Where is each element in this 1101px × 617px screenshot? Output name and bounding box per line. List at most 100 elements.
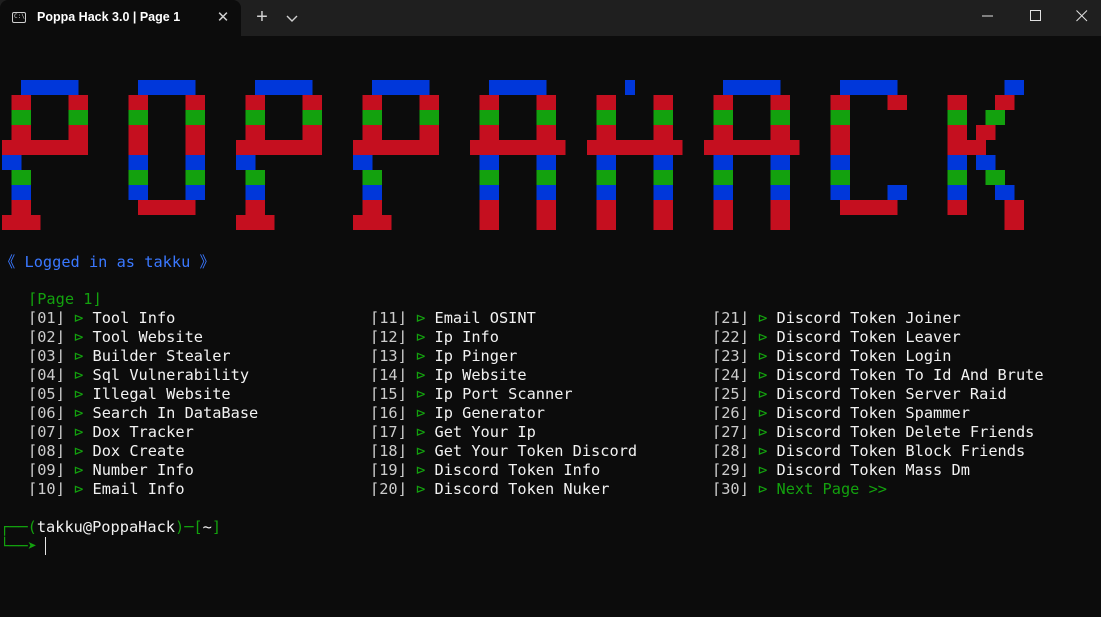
- banner-block: [255, 125, 265, 140]
- menu-item[interactable]: ⌈01⌋ ⊳ Tool Info: [28, 309, 175, 328]
- menu-item[interactable]: ⌈13⌋ ⊳ Ip Pinger: [370, 347, 517, 366]
- banner-block: [195, 140, 205, 155]
- menu-item[interactable]: ⌈12⌋ ⊳ Ip Info: [370, 328, 499, 347]
- menu-item[interactable]: ⌈15⌋ ⊳ Ip Port Scanner: [370, 385, 573, 404]
- menu-item[interactable]: ⌈21⌋ ⊳ Discord Token Joiner: [712, 309, 961, 328]
- menu-item[interactable]: ⌈08⌋ ⊳ Dox Create: [28, 442, 185, 461]
- banner-block: [353, 140, 363, 155]
- banner-block: [742, 140, 752, 155]
- banner-block: [663, 140, 673, 155]
- menu-item-arrow: ⊳: [758, 385, 768, 403]
- close-tab-button[interactable]: ✕: [212, 7, 234, 29]
- banner-block: [859, 80, 869, 95]
- menu-item-arrow: ⊳: [758, 309, 768, 327]
- banner-block: [1004, 200, 1015, 215]
- close-window-button[interactable]: [1059, 0, 1101, 32]
- banner-block: [264, 140, 275, 155]
- banner-block: [489, 155, 499, 170]
- banner-block: [312, 95, 322, 110]
- banner-block: [419, 125, 430, 140]
- banner-block: [555, 140, 566, 155]
- menu-item[interactable]: ⌈20⌋ ⊳ Discord Token Nuker: [370, 480, 609, 499]
- banner-block: [770, 95, 781, 110]
- banner-block: [985, 170, 996, 185]
- banner-block: [606, 110, 616, 125]
- menu-item[interactable]: ⌈19⌋ ⊳ Discord Token Info: [370, 461, 600, 480]
- banner-block: [185, 200, 196, 215]
- banner-block: [195, 125, 205, 140]
- menu-item[interactable]: ⌈10⌋ ⊳ Email Info: [28, 480, 185, 499]
- banner-block: [840, 140, 850, 155]
- banner-block: [780, 215, 790, 230]
- banner-block: [653, 110, 664, 125]
- menu-item-label: Discord Token To Id And Brute: [776, 366, 1044, 384]
- menu-item[interactable]: ⌈27⌋ ⊳ Discord Token Delete Friends: [712, 423, 1034, 442]
- banner-block: [897, 95, 907, 110]
- prompt-suffix: ]: [211, 518, 222, 536]
- banner-block: [293, 80, 303, 95]
- banner-block: [606, 140, 616, 155]
- terminal-area[interactable]: 《 Logged in as takku 》 ⌈Page 1⌋ ⌈01⌋ ⊳ T…: [0, 36, 1101, 617]
- menu-item[interactable]: ⌈11⌋ ⊳ Email OSINT: [370, 309, 536, 328]
- maximize-button[interactable]: [1013, 0, 1059, 32]
- chevron-down-icon[interactable]: [283, 9, 301, 27]
- banner-block: [830, 110, 841, 125]
- menu-item-number: ⌈02⌋: [28, 328, 65, 346]
- banner-block: [1004, 80, 1015, 95]
- menu-item[interactable]: ⌈14⌋ ⊳ Ip Website: [370, 366, 527, 385]
- banner-block: [470, 140, 480, 155]
- banner-block: [957, 140, 967, 155]
- menu-item-arrow: ⊳: [416, 347, 426, 365]
- menu-item[interactable]: ⌈04⌋ ⊳ Sql Vulnerability: [28, 366, 249, 385]
- banner-block: [704, 140, 714, 155]
- banner-block: [372, 110, 382, 125]
- menu-item[interactable]: ⌈28⌋ ⊳ Discord Token Block Friends: [712, 442, 1025, 461]
- banner-block: [517, 80, 528, 95]
- menu-item[interactable]: ⌈24⌋ ⊳ Discord Token To Id And Brute: [712, 366, 1044, 385]
- banner-block: [546, 170, 556, 185]
- banner-block: [391, 140, 401, 155]
- menu-item[interactable]: ⌈22⌋ ⊳ Discord Token Leaver: [712, 328, 961, 347]
- banner-block: [596, 200, 607, 215]
- banner-block: [770, 110, 781, 125]
- banner-block: [30, 80, 41, 95]
- menu-item[interactable]: ⌈18⌋ ⊳ Get Your Token Discord: [370, 442, 637, 461]
- menu-item[interactable]: ⌈03⌋ ⊳ Builder Stealer: [28, 347, 231, 366]
- banner-block: [976, 125, 986, 140]
- new-tab-button[interactable]: +: [251, 7, 273, 29]
- banner-block: [770, 185, 781, 200]
- banner-block: [245, 140, 256, 155]
- menu-item[interactable]: ⌈26⌋ ⊳ Discord Token Spammer: [712, 404, 970, 423]
- menu-item[interactable]: ⌈30⌋ ⊳ Next Page >>: [712, 480, 887, 499]
- menu-item[interactable]: ⌈16⌋ ⊳ Ip Generator: [370, 404, 545, 423]
- banner-block: [840, 110, 850, 125]
- menu-item[interactable]: ⌈25⌋ ⊳ Discord Token Server Raid: [712, 385, 1007, 404]
- menu-item-arrow: ⊳: [74, 442, 84, 460]
- banner-block: [536, 170, 547, 185]
- banner-block: [596, 185, 607, 200]
- menu-item-number: ⌈08⌋: [28, 442, 65, 460]
- banner-block: [947, 170, 958, 185]
- ascii-banner: [2, 80, 1024, 230]
- banner-block: [302, 125, 313, 140]
- terminal-tab[interactable]: C:\ Poppa Hack 3.0 | Page 1 ✕: [0, 0, 241, 36]
- banner-block: [362, 110, 373, 125]
- menu-item[interactable]: ⌈02⌋ ⊳ Tool Website: [28, 328, 203, 347]
- banner-block: [770, 215, 781, 230]
- banner-block: [840, 125, 850, 140]
- minimize-button[interactable]: [965, 0, 1011, 32]
- banner-block: [770, 140, 781, 155]
- menu-item[interactable]: ⌈07⌋ ⊳ Dox Tracker: [28, 423, 194, 442]
- menu-item-arrow: ⊳: [74, 328, 84, 346]
- menu-item[interactable]: ⌈29⌋ ⊳ Discord Token Mass Dm: [712, 461, 970, 480]
- banner-block: [840, 80, 850, 95]
- menu-item[interactable]: ⌈23⌋ ⊳ Discord Token Login: [712, 347, 951, 366]
- menu-item[interactable]: ⌈17⌋ ⊳ Get Your Ip: [370, 423, 536, 442]
- menu-item-arrow: ⊳: [758, 480, 768, 498]
- menu-item[interactable]: ⌈09⌋ ⊳ Number Info: [28, 461, 194, 480]
- banner-block: [887, 200, 898, 215]
- banner-block: [128, 95, 139, 110]
- menu-item[interactable]: ⌈05⌋ ⊳ Illegal Website: [28, 385, 231, 404]
- menu-item-number: ⌈10⌋: [28, 480, 65, 498]
- menu-item[interactable]: ⌈06⌋ ⊳ Search In DataBase: [28, 404, 258, 423]
